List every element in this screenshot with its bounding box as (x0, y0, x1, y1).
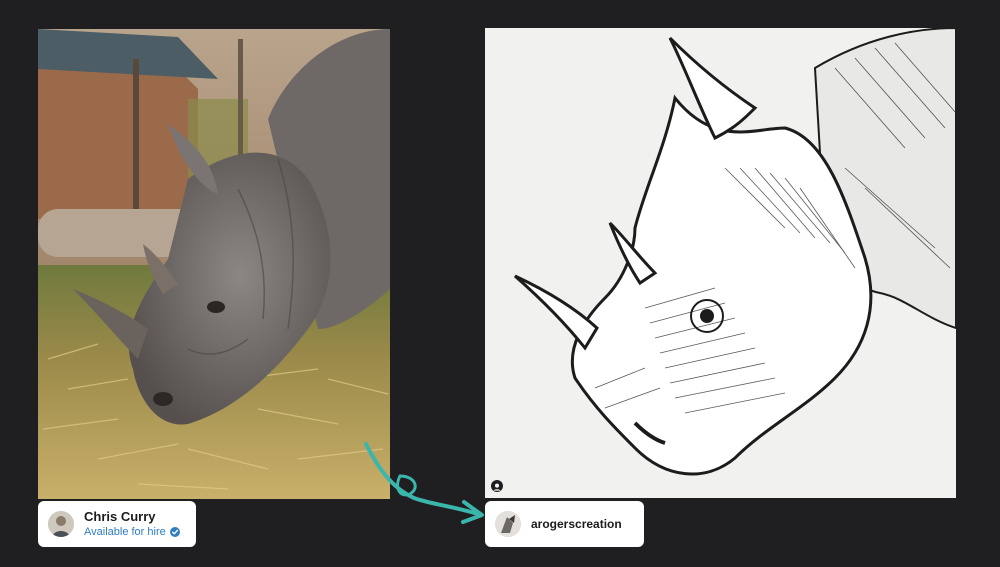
photographer-name[interactable]: Chris Curry (84, 509, 180, 525)
photographer-card[interactable]: Chris Curry Available for hire (38, 501, 196, 547)
user-icon (491, 480, 503, 492)
artist-card[interactable]: arogerscreation (485, 501, 644, 547)
artist-avatar[interactable] (495, 511, 521, 537)
verified-check-icon (169, 527, 180, 537)
arrow-icon (364, 442, 484, 524)
rhino-sketch-graphic (485, 28, 956, 498)
artist-handle[interactable]: arogerscreation (531, 517, 622, 531)
rhino-sketch (485, 28, 956, 498)
original-photo (38, 29, 390, 499)
availability-label: Available for hire (84, 525, 166, 538)
availability-status: Available for hire (84, 525, 180, 540)
photographer-avatar[interactable] (48, 511, 74, 537)
rhino-photo-graphic (38, 29, 390, 499)
